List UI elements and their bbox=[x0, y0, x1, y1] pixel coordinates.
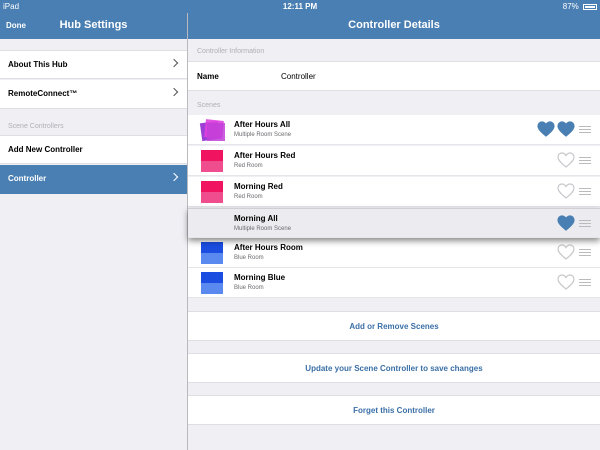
heart-outline-icon[interactable] bbox=[557, 152, 575, 168]
scene-color-swatch bbox=[201, 181, 223, 203]
heart-filled-icon[interactable] bbox=[557, 121, 575, 137]
reorder-handle-icon[interactable] bbox=[579, 220, 591, 228]
heart-filled-icon[interactable] bbox=[557, 215, 575, 231]
scene-color-swatch bbox=[201, 272, 223, 294]
heart-outline-icon[interactable] bbox=[557, 244, 575, 260]
scene-name: After Hours Room bbox=[234, 243, 303, 252]
scene-row[interactable]: Morning Blue Blue Room bbox=[188, 268, 600, 298]
scene-row[interactable]: After Hours All Multiple Room Scene bbox=[188, 115, 600, 145]
scene-name: Morning Blue bbox=[234, 273, 286, 282]
battery-percent: 87% bbox=[562, 2, 579, 11]
sidebar-item-label: Add New Controller bbox=[8, 145, 83, 154]
favorite-hearts[interactable] bbox=[555, 183, 575, 201]
scene-color-swatch bbox=[201, 242, 223, 264]
name-value: Controller bbox=[281, 72, 316, 81]
sidebar-item-label: RemoteConnect™ bbox=[8, 89, 78, 98]
scene-name: After Hours Red bbox=[234, 151, 296, 160]
scene-row[interactable]: After Hours Red Red Room bbox=[188, 146, 600, 176]
favorite-hearts[interactable] bbox=[555, 152, 575, 170]
left-nav-bar: Done Hub Settings bbox=[0, 13, 187, 39]
battery-indicator: 87% bbox=[563, 2, 597, 11]
favorite-hearts[interactable] bbox=[555, 244, 575, 262]
favorite-hearts[interactable] bbox=[555, 274, 575, 292]
right-nav-bar: Controller Details bbox=[188, 13, 600, 39]
update-controller-label: Update your Scene Controller to save cha… bbox=[305, 364, 483, 373]
reorder-handle-icon[interactable] bbox=[579, 279, 591, 287]
reorder-handle-icon[interactable] bbox=[579, 126, 591, 134]
favorite-hearts[interactable] bbox=[535, 121, 575, 139]
reorder-handle-icon[interactable] bbox=[579, 157, 591, 165]
add-remove-scenes-button[interactable]: Add or Remove Scenes bbox=[188, 311, 600, 341]
forget-controller-button[interactable]: Forget this Controller bbox=[188, 395, 600, 425]
chevron-right-icon bbox=[169, 87, 179, 97]
name-row[interactable]: Name Controller bbox=[188, 61, 600, 91]
scene-room: Blue Room bbox=[234, 255, 264, 261]
scene-room: Multiple Room Scene bbox=[234, 226, 292, 232]
scene-room: Blue Room bbox=[234, 285, 264, 291]
add-remove-scenes-label: Add or Remove Scenes bbox=[349, 322, 439, 331]
sidebar-item-label: About This Hub bbox=[8, 60, 68, 69]
battery-icon bbox=[583, 3, 597, 10]
scene-room: Red Room bbox=[234, 194, 263, 200]
sidebar-item-controller[interactable]: Controller bbox=[0, 165, 187, 194]
scene-color-swatch bbox=[201, 150, 223, 172]
heart-filled-icon[interactable] bbox=[537, 121, 555, 137]
scene-color-swatch bbox=[199, 118, 225, 142]
controller-details: Controller Information Name Controller S… bbox=[188, 39, 600, 450]
name-key: Name bbox=[197, 72, 219, 81]
reorder-handle-icon[interactable] bbox=[579, 249, 591, 257]
scene-name: Morning Red bbox=[234, 182, 283, 191]
reorder-handle-icon[interactable] bbox=[579, 188, 591, 196]
scene-row[interactable]: After Hours Room Blue Room bbox=[188, 238, 600, 268]
scene-row[interactable]: Morning All Multiple Room Scene bbox=[188, 208, 600, 238]
sidebar-item-remoteconnect[interactable]: RemoteConnect™ bbox=[0, 80, 187, 109]
clock: 12:11 PM bbox=[282, 2, 318, 11]
heart-outline-icon[interactable] bbox=[557, 274, 575, 290]
section-header-controller-info: Controller Information bbox=[197, 48, 265, 55]
left-nav-title: Hub Settings bbox=[59, 19, 128, 31]
scene-room: Multiple Room Scene bbox=[234, 132, 292, 138]
sidebar-item-about-hub[interactable]: About This Hub bbox=[0, 50, 187, 79]
scene-name: After Hours All bbox=[234, 120, 291, 129]
favorite-hearts[interactable] bbox=[555, 215, 575, 233]
scene-row[interactable]: Morning Red Red Room bbox=[188, 177, 600, 207]
forget-controller-label: Forget this Controller bbox=[353, 406, 435, 415]
heart-outline-icon[interactable] bbox=[557, 183, 575, 199]
section-header-scene-controllers: Scene Controllers bbox=[8, 123, 64, 130]
sidebar-item-label: Controller bbox=[8, 174, 47, 183]
chevron-right-icon bbox=[169, 172, 179, 182]
chevron-right-icon bbox=[169, 58, 179, 68]
sidebar-item-add-controller[interactable]: Add New Controller bbox=[0, 135, 187, 164]
scene-name: Morning All bbox=[234, 214, 278, 223]
sidebar: About This Hub RemoteConnect™ Scene Cont… bbox=[0, 39, 187, 450]
update-controller-button[interactable]: Update your Scene Controller to save cha… bbox=[188, 353, 600, 383]
scene-room: Red Room bbox=[234, 163, 263, 169]
status-bar: iPad 12:11 PM 87% bbox=[0, 0, 600, 13]
section-header-scenes: Scenes bbox=[197, 102, 221, 109]
right-nav-title: Controller Details bbox=[348, 19, 440, 31]
